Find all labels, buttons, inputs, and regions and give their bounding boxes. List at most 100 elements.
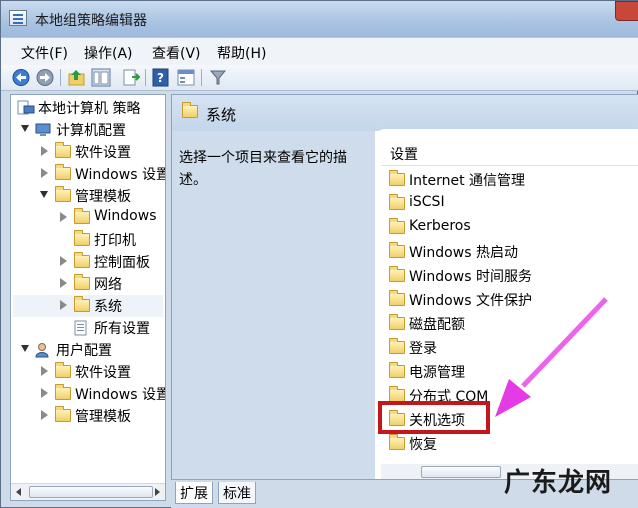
list-item[interactable]: iSCSI (385, 193, 625, 215)
title-bar[interactable]: 本地组策略编辑器 (1, 1, 638, 37)
show-hide-tree-icon[interactable] (91, 68, 111, 87)
tree-label: 打印机 (94, 233, 136, 249)
list-item[interactable]: 磁盘配额 (385, 313, 625, 335)
tree-label: 用户配置 (56, 343, 112, 359)
expand-closed-icon[interactable] (41, 388, 48, 398)
menu-help[interactable]: 帮助(H) (217, 43, 266, 63)
list-item-label: Windows 文件保护 (409, 293, 532, 309)
tree-item-cc-software[interactable]: 软件设置 (13, 141, 163, 163)
menu-bar: 文件(F) 操作(A) 查看(V) 帮助(H) (1, 37, 638, 65)
expand-closed-icon[interactable] (41, 366, 48, 376)
tree-pane[interactable]: 本地计算机 策略 计算机配置 软件设置 Windows 设置 管理模板 Wind… (10, 94, 166, 501)
folder-icon (74, 252, 90, 268)
up-folder-icon[interactable] (67, 68, 87, 87)
tree-item-all-settings[interactable]: 所有设置 (13, 317, 163, 339)
list-item-label: iSCSI (409, 194, 445, 210)
list-item[interactable]: 电源管理 (385, 361, 625, 383)
folder-icon (389, 242, 405, 258)
list-item-label: Windows 热启动 (409, 245, 518, 261)
list-item[interactable]: Windows 热启动 (385, 241, 625, 263)
folder-icon (55, 164, 71, 180)
close-button[interactable] (615, 1, 638, 21)
list-item-label: 登录 (409, 341, 437, 357)
tree-label: Windows (94, 208, 157, 224)
folder-icon (74, 208, 90, 224)
expand-closed-icon[interactable] (60, 300, 67, 310)
toolbar: ? (1, 65, 638, 91)
list-item-label: Windows 时间服务 (409, 269, 532, 285)
tree-item-cc-windows[interactable]: Windows 设置 (13, 163, 166, 185)
tree-item-printer[interactable]: 打印机 (13, 229, 163, 251)
expand-closed-icon[interactable] (60, 212, 67, 222)
column-header-setting[interactable]: 设置 (390, 144, 418, 164)
tab-extended[interactable]: 扩展 (175, 482, 213, 504)
scrollbar-thumb[interactable] (29, 486, 153, 498)
app-icon (9, 10, 27, 26)
tree-label: Windows 设置 (75, 167, 166, 183)
tree-label: 网络 (94, 277, 122, 293)
user-icon (35, 343, 49, 358)
expand-closed-icon[interactable] (60, 256, 67, 266)
filter-icon[interactable] (208, 68, 228, 87)
scroll-left-icon[interactable] (16, 488, 21, 496)
list-item[interactable]: Kerberos (385, 217, 625, 239)
tree-item-system[interactable]: 系统 (13, 295, 163, 317)
folder-icon (389, 338, 405, 354)
expand-closed-icon[interactable] (60, 278, 67, 288)
expand-open-icon[interactable] (40, 191, 48, 198)
tab-standard[interactable]: 标准 (218, 482, 256, 504)
list-item[interactable]: 登录 (385, 337, 625, 359)
tree-item-root[interactable]: 本地计算机 策略 (13, 97, 163, 119)
menu-file[interactable]: 文件(F) (21, 43, 68, 63)
list-item[interactable]: Windows 时间服务 (385, 265, 625, 287)
tree-item-user-config[interactable]: 用户配置 (13, 339, 163, 361)
folder-icon (55, 384, 71, 400)
tree-item-network[interactable]: 网络 (13, 273, 163, 295)
export-list-icon[interactable] (121, 68, 141, 87)
folder-icon (389, 362, 405, 378)
all-settings-icon (74, 320, 87, 336)
list-item-label: Internet 通信管理 (409, 173, 526, 189)
details-header: 系统 (172, 95, 638, 131)
scroll-right-icon[interactable] (155, 488, 160, 496)
tree-horizontal-scrollbar[interactable] (11, 483, 165, 500)
gpedit-window: 本地组策略编辑器 文件(F) 操作(A) 查看(V) 帮助(H) ? 本地计算机… (0, 0, 638, 508)
folder-icon (389, 266, 405, 282)
tree-item-computer-config[interactable]: 计算机配置 (13, 119, 163, 141)
tree-label: 所有设置 (94, 321, 150, 337)
tree-label: 软件设置 (75, 365, 131, 381)
menu-view[interactable]: 查看(V) (152, 43, 201, 63)
tree-item-control-panel[interactable]: 控制面板 (13, 251, 163, 273)
description-text: 选择一个项目来查看它的描述。 (179, 150, 347, 188)
help-icon[interactable]: ? (151, 68, 171, 87)
list-item[interactable]: Windows 文件保护 (385, 289, 625, 311)
back-arrow-icon[interactable] (11, 68, 31, 87)
forward-arrow-icon[interactable] (35, 68, 55, 87)
window-title: 本地组策略编辑器 (35, 13, 147, 29)
tree-label: 管理模板 (75, 409, 131, 425)
tree-item-cc-admin[interactable]: 管理模板 (13, 185, 163, 207)
folder-icon (389, 194, 405, 210)
expand-open-icon[interactable] (21, 345, 29, 352)
folder-icon (389, 314, 405, 330)
tree-item-uc-software[interactable]: 软件设置 (13, 361, 163, 383)
list-item[interactable]: 恢复 (385, 433, 625, 455)
tree-item-uc-admin[interactable]: 管理模板 (13, 405, 163, 427)
tree-item-uc-windows[interactable]: Windows 设置 (13, 383, 165, 405)
list-item-label: 恢复 (409, 437, 437, 453)
folder-icon (74, 296, 90, 312)
tree-item-admin-windows[interactable]: Windows (13, 207, 163, 229)
scrollbar-thumb[interactable] (421, 466, 501, 478)
expand-closed-icon[interactable] (41, 410, 48, 420)
menu-action[interactable]: 操作(A) (84, 43, 133, 63)
toolbar-separator (201, 69, 202, 86)
expand-closed-icon[interactable] (41, 168, 48, 178)
folder-icon (389, 218, 405, 234)
document-computer-icon (17, 100, 35, 115)
list-item[interactable]: Internet 通信管理 (385, 169, 625, 191)
expand-closed-icon[interactable] (41, 146, 48, 156)
properties-icon[interactable] (176, 68, 196, 87)
expand-open-icon[interactable] (21, 125, 29, 132)
folder-icon (74, 230, 90, 246)
folder-icon (55, 406, 71, 422)
